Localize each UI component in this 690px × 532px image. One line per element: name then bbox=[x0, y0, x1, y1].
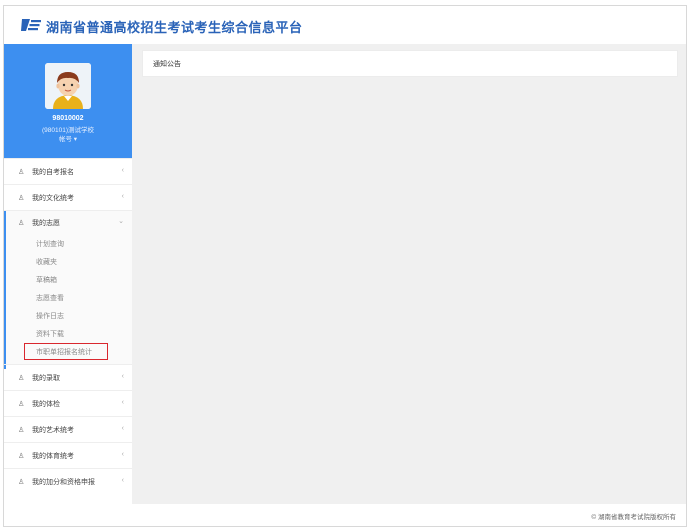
sidebar-item-bonus-qualification[interactable]: ♙ 我的加分和资格申报 ‹ bbox=[4, 468, 132, 494]
sidebar-item-sports-exam[interactable]: ♙ 我的体育统考 ‹ bbox=[4, 442, 132, 468]
sidebar-group-my-preferences: ♙ 我的志愿 ⌄ 计划查询 收藏夹 草稿箱 志愿查看 操作日志 资料下载 市职单… bbox=[4, 210, 132, 369]
sidebar-item-art-exam[interactable]: ♙ 我的艺术统考 ‹ bbox=[4, 416, 132, 442]
sidebar-item-label: 我的艺术统考 bbox=[32, 427, 74, 434]
user-icon: ♙ bbox=[18, 479, 25, 486]
sidebar-item-label: 我的自考报名 bbox=[32, 169, 74, 176]
submenu-item-view-preferences[interactable]: 志愿查看 bbox=[4, 289, 132, 307]
chevron-left-icon: ‹ bbox=[121, 477, 124, 484]
submenu-item-vocational-registration-stats[interactable]: 市职单招报名统计 bbox=[24, 343, 108, 360]
profile-panel: 98010002 (980101)测试学校 帐号 ▾ bbox=[4, 44, 132, 158]
user-icon: ♙ bbox=[18, 220, 25, 227]
chevron-left-icon: ‹ bbox=[121, 167, 124, 174]
footer: © 湖南省教育考试院版权所有 bbox=[4, 504, 686, 526]
sidebar-item-culture-exam[interactable]: ♙ 我的文化统考 ‹ bbox=[4, 184, 132, 210]
student-avatar-icon bbox=[45, 63, 91, 109]
notice-panel: 通知公告 bbox=[142, 50, 678, 77]
submenu: 计划查询 收藏夹 草稿箱 志愿查看 操作日志 资料下载 市职单招报名统计 bbox=[4, 235, 132, 364]
chevron-left-icon: ‹ bbox=[121, 451, 124, 458]
sidebar-item-label: 我的录取 bbox=[32, 375, 60, 382]
page-frame: 湖南省普通高校招生考试考生综合信息平台 98010002 (980101)测试学… bbox=[3, 5, 687, 527]
sidebar-item-physical-exam[interactable]: ♙ 我的体检 ‹ bbox=[4, 390, 132, 416]
user-icon: ♙ bbox=[18, 195, 25, 202]
copyright-text: © 湖南省教育考试院版权所有 bbox=[591, 514, 676, 521]
user-icon: ♙ bbox=[18, 427, 25, 434]
header: 湖南省普通高校招生考试考生综合信息平台 bbox=[4, 6, 686, 44]
main-content: 通知公告 bbox=[132, 44, 686, 504]
sidebar-item-label: 我的志愿 bbox=[32, 220, 60, 227]
sidebar-menu: ♙ 我的自考报名 ‹ ♙ 我的文化统考 ‹ ♙ 我的志愿 ⌄ 计划查询 收藏夹 bbox=[4, 158, 132, 494]
submenu-item-label: 计划查询 bbox=[36, 241, 64, 248]
submenu-item-operation-log[interactable]: 操作日志 bbox=[4, 307, 132, 325]
chevron-left-icon: ‹ bbox=[121, 425, 124, 432]
user-icon: ♙ bbox=[18, 453, 25, 460]
submenu-item-label: 收藏夹 bbox=[36, 259, 57, 266]
submenu-item-downloads[interactable]: 资料下载 bbox=[4, 325, 132, 343]
submenu-item-drafts[interactable]: 草稿箱 bbox=[4, 271, 132, 289]
site-title: 湖南省普通高校招生考试考生综合信息平台 bbox=[46, 20, 303, 35]
user-icon: ♙ bbox=[18, 401, 25, 408]
chevron-left-icon: ‹ bbox=[121, 373, 124, 380]
sidebar-item-self-exam-registration[interactable]: ♙ 我的自考报名 ‹ bbox=[4, 158, 132, 184]
submenu-item-label: 志愿查看 bbox=[36, 295, 64, 302]
user-icon: ♙ bbox=[18, 375, 25, 382]
account-dropdown[interactable]: 帐号 ▾ bbox=[4, 133, 132, 143]
submenu-item-plan-query[interactable]: 计划查询 bbox=[4, 235, 132, 253]
sidebar-item-admission[interactable]: ♙ 我的录取 ‹ bbox=[4, 364, 132, 390]
sidebar-item-label: 我的体育统考 bbox=[32, 453, 74, 460]
sidebar-item-label: 我的体检 bbox=[32, 401, 60, 408]
submenu-item-label: 市职单招报名统计 bbox=[36, 349, 92, 356]
submenu-item-label: 草稿箱 bbox=[36, 277, 57, 284]
sidebar: 98010002 (980101)测试学校 帐号 ▾ ♙ 我的自考报名 ‹ ♙ … bbox=[4, 44, 132, 504]
user-icon: ♙ bbox=[18, 169, 25, 176]
chevron-left-icon: ‹ bbox=[121, 193, 124, 200]
exam-platform-logo-icon bbox=[21, 19, 41, 31]
sidebar-item-my-preferences[interactable]: ♙ 我的志愿 ⌄ bbox=[4, 211, 132, 235]
notice-title: 通知公告 bbox=[153, 61, 181, 68]
submenu-item-favorites[interactable]: 收藏夹 bbox=[4, 253, 132, 271]
submenu-item-label: 资料下载 bbox=[36, 331, 64, 338]
user-id: 98010002 bbox=[52, 115, 84, 122]
submenu-item-label: 操作日志 bbox=[36, 313, 64, 320]
chevron-down-icon: ⌄ bbox=[118, 218, 124, 225]
chevron-left-icon: ‹ bbox=[121, 399, 124, 406]
sidebar-item-label: 我的文化统考 bbox=[32, 195, 74, 202]
sidebar-item-label: 我的加分和资格申报 bbox=[32, 479, 95, 486]
